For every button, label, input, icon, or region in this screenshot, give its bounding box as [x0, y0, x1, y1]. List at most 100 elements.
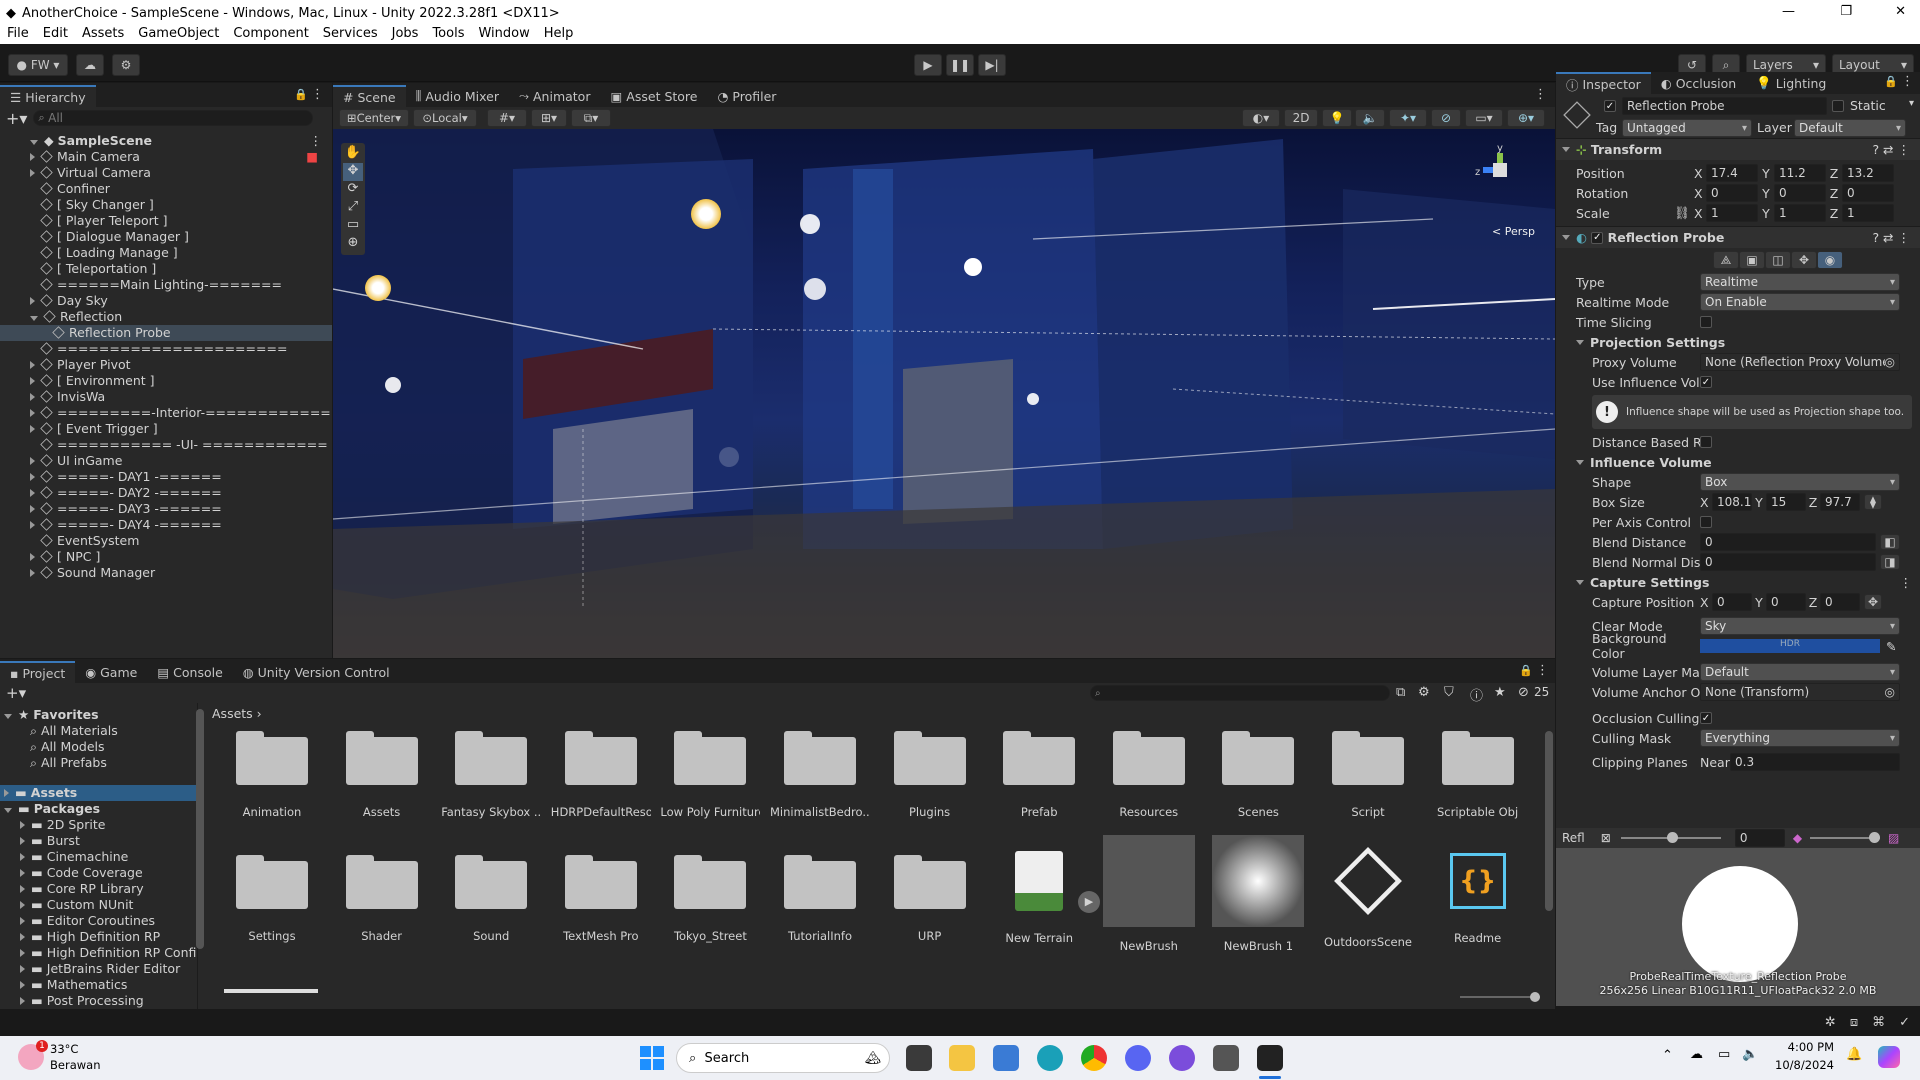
- menu-help[interactable]: Help: [537, 26, 581, 41]
- expand-asset-icon[interactable]: ▶: [1078, 891, 1100, 913]
- pause-button[interactable]: ❚❚: [946, 54, 974, 76]
- menu-services[interactable]: Services: [316, 26, 385, 41]
- hierarchy-item[interactable]: [ Environment ]: [0, 373, 332, 389]
- realtime-mode-dropdown[interactable]: On Enable: [1700, 293, 1900, 311]
- expand-icon[interactable]: [1562, 235, 1570, 240]
- clear-mode-dropdown[interactable]: Sky: [1700, 617, 1900, 635]
- expand-icon[interactable]: [4, 789, 9, 797]
- package-item[interactable]: ▬ JetBrains Rider Editor: [0, 961, 197, 977]
- point-light-gizmo-icon[interactable]: [691, 199, 721, 229]
- favorite-item[interactable]: ⌕ All Models: [0, 739, 197, 755]
- expand-icon[interactable]: [30, 521, 35, 529]
- asset-item[interactable]: Fantasy Skybox ...: [441, 731, 541, 819]
- tab-inspector[interactable]: ⓘ Inspector: [1556, 72, 1651, 94]
- asset-item[interactable]: Scenes: [1208, 731, 1308, 819]
- asset-item[interactable]: Shader: [332, 855, 432, 943]
- grid-snap-button[interactable]: #▾: [487, 109, 527, 127]
- blend-edit-icon[interactable]: ◧: [1880, 534, 1900, 550]
- hierarchy-item[interactable]: UI inGame: [0, 453, 332, 469]
- asset-item[interactable]: NewBrush 1: [1208, 835, 1308, 953]
- expand-icon[interactable]: [30, 361, 35, 369]
- kebab-menu-icon[interactable]: ⋮: [1534, 87, 1547, 102]
- favorite-icon[interactable]: ★: [1494, 685, 1506, 700]
- box-size-x-input[interactable]: 108.1: [1712, 493, 1752, 511]
- tab-occlusion[interactable]: ◐ Occlusion: [1651, 72, 1746, 94]
- tab-game[interactable]: ◉ Game: [75, 661, 147, 683]
- asset-item[interactable]: Assets: [332, 731, 432, 819]
- windows-start-icon[interactable]: [640, 1046, 664, 1070]
- package-item[interactable]: ▬ Cinemachine: [0, 849, 197, 865]
- lock-icon[interactable]: 🔒: [1519, 664, 1533, 677]
- volume-anchor-field[interactable]: None (Transform) ◎: [1700, 683, 1900, 701]
- package-item[interactable]: ▬ Post Processing: [0, 993, 197, 1009]
- package-item[interactable]: ▬ High Definition RP: [0, 929, 197, 945]
- clock-time[interactable]: 4:00 PM: [1774, 1040, 1834, 1054]
- object-picker-icon[interactable]: ◎: [1885, 355, 1895, 369]
- tab-scene[interactable]: # Scene: [333, 85, 406, 107]
- checker-icon[interactable]: ⊠: [1601, 831, 1611, 845]
- blend-normal-input[interactable]: 0: [1700, 553, 1876, 571]
- close-button[interactable]: ✕: [1895, 4, 1906, 19]
- play-button[interactable]: ▶: [914, 54, 942, 76]
- hierarchy-item[interactable]: =====- DAY4 -======: [0, 517, 332, 533]
- package-item[interactable]: ▬ 2D Sprite: [0, 817, 197, 833]
- expand-icon[interactable]: [1576, 579, 1584, 585]
- asset-item[interactable]: Resources: [1099, 731, 1199, 819]
- assets-root-row[interactable]: ▬ Assets: [0, 785, 197, 801]
- channel-icon[interactable]: ▨: [1888, 831, 1899, 845]
- tab-asset-store[interactable]: ▣ Asset Store: [600, 85, 707, 107]
- menu-edit[interactable]: Edit: [36, 26, 75, 41]
- asset-item[interactable]: NewBrush: [1099, 835, 1199, 953]
- cloud-icon[interactable]: ☁: [76, 54, 104, 76]
- blend-distance-input[interactable]: 0: [1700, 533, 1876, 551]
- tab-lighting[interactable]: 💡 Lighting: [1746, 72, 1836, 94]
- clock-date[interactable]: 10/8/2024: [1774, 1058, 1834, 1072]
- package-item[interactable]: ▬ Core RP Library: [0, 881, 197, 897]
- menu-file[interactable]: File: [0, 26, 36, 41]
- edit-cube-icon[interactable]: ◫: [1765, 251, 1791, 269]
- expand-icon[interactable]: [1576, 459, 1584, 465]
- expand-icon[interactable]: [20, 965, 25, 973]
- exposure-slider[interactable]: [1620, 832, 1721, 843]
- rect-tool-icon[interactable]: ▭: [343, 217, 363, 235]
- hierarchy-item[interactable]: Confiner: [0, 181, 332, 197]
- tag-icon[interactable]: ⛉: [1444, 685, 1454, 700]
- distance-based-checkbox[interactable]: [1700, 436, 1712, 448]
- expand-icon[interactable]: [20, 901, 25, 909]
- near-clip-input[interactable]: 0.3: [1730, 753, 1900, 771]
- display-icon[interactable]: ▭: [1718, 1047, 1730, 1062]
- shape-dropdown[interactable]: Box: [1700, 473, 1900, 491]
- package-item[interactable]: ▬ Editor Coroutines: [0, 913, 197, 929]
- rotation-x-input[interactable]: 0: [1706, 184, 1758, 202]
- component-menu-icons[interactable]: ? ⇄ ⋮: [1872, 142, 1910, 157]
- tree-scrollbar[interactable]: [196, 703, 204, 1003]
- tab-hierarchy[interactable]: ☰ Hierarchy: [0, 85, 96, 107]
- packages-root-row[interactable]: ▬ Packages: [0, 801, 197, 817]
- expand-icon[interactable]: [20, 949, 25, 957]
- icon-size-slider[interactable]: [1460, 992, 1540, 1002]
- expand-icon[interactable]: [4, 714, 12, 719]
- kebab-menu-icon[interactable]: ⋮: [1536, 663, 1549, 678]
- camera-icon[interactable]: ▭▾: [1465, 109, 1503, 127]
- add-icon[interactable]: +▾: [6, 684, 26, 702]
- box-size-y-input[interactable]: 15: [1766, 493, 1806, 511]
- shading-dropdown[interactable]: ◐▾: [1242, 109, 1280, 127]
- capture-edit-icon[interactable]: ✥: [1864, 594, 1882, 610]
- kebab-menu-icon[interactable]: ⋮: [1900, 575, 1913, 590]
- edit-bounds-icon[interactable]: ⟁: [1713, 251, 1739, 269]
- point-light-gizmo-icon[interactable]: [365, 275, 391, 301]
- favorite-item[interactable]: ⌕ All Prefabs: [0, 755, 197, 771]
- occlusion-culling-checkbox[interactable]: ✓: [1700, 712, 1712, 724]
- probe-enabled-checkbox[interactable]: ✓: [1591, 231, 1604, 244]
- hierarchy-item[interactable]: Main Camera ■: [0, 149, 332, 165]
- expand-icon[interactable]: [20, 933, 25, 941]
- box-edit-icon[interactable]: ⧫: [1864, 494, 1882, 510]
- task-view-icon[interactable]: [906, 1045, 932, 1071]
- expand-icon[interactable]: [30, 297, 35, 305]
- move-tool-icon[interactable]: ✥: [343, 163, 363, 181]
- package-item[interactable]: ▬ Code Coverage: [0, 865, 197, 881]
- visibility-icon[interactable]: ⊘: [1431, 109, 1461, 127]
- expand-icon[interactable]: [20, 853, 25, 861]
- collab-icon[interactable]: ⚙: [112, 54, 140, 76]
- github-desktop-icon[interactable]: [1169, 1045, 1195, 1071]
